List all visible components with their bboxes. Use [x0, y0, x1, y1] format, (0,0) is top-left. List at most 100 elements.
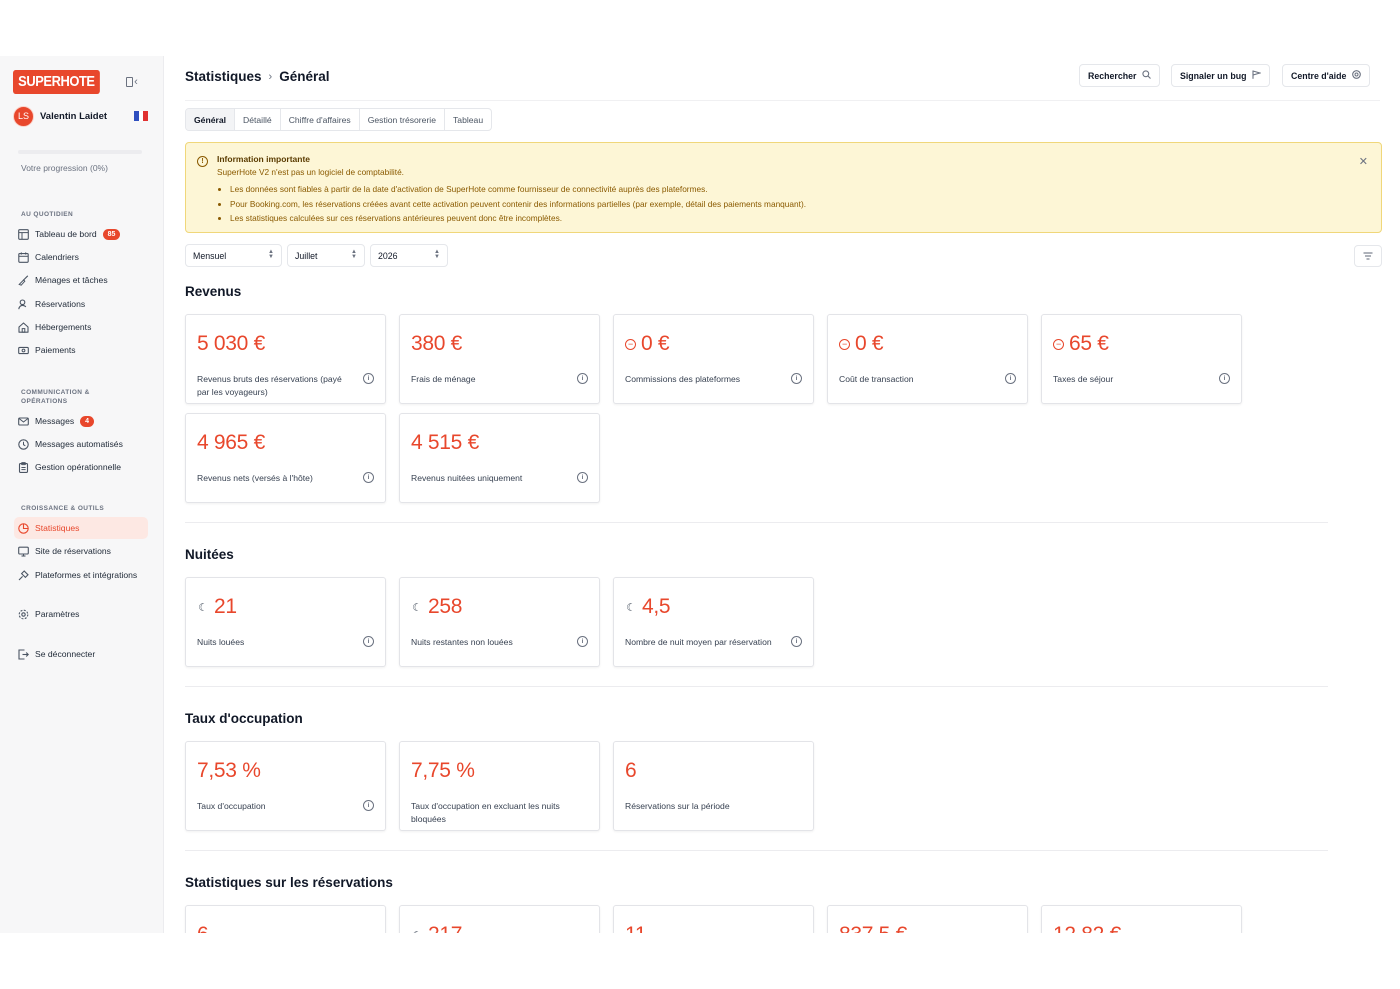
info-icon[interactable]: i — [363, 373, 374, 384]
stat-label: Commissions des plateformes — [625, 374, 741, 384]
user-menu[interactable]: LS Valentin Laidet — [13, 105, 151, 127]
sidebar-item-settings[interactable]: Paramètres — [14, 603, 148, 625]
stat-value: 217 — [428, 923, 462, 933]
section-communication-line2: OPÉRATIONS — [21, 398, 68, 405]
superhote-logo[interactable]: SUPERHOTE — [13, 70, 100, 94]
stat-card-reservation-5: 12,82 € — [1041, 905, 1242, 933]
stat-value: 0 € — [641, 332, 670, 355]
tab-gestion-tresorerie[interactable]: Gestion trésorerie — [360, 109, 445, 130]
lifebuoy-icon — [1352, 70, 1362, 81]
info-icon[interactable]: i — [1005, 373, 1016, 384]
stat-card-reservation-3: 11 — [613, 905, 814, 933]
sidebar-item-label: Se déconnecter — [35, 649, 96, 659]
stat-label: Taux d'occupation en excluant les nuits … — [411, 801, 560, 824]
info-icon[interactable]: i — [363, 636, 374, 647]
stat-value: 0 € — [855, 332, 884, 355]
chevron-left-icon: ‹ — [134, 76, 138, 88]
month-select[interactable]: Juillet ▲ ▼ — [287, 244, 365, 267]
info-icon[interactable]: i — [577, 373, 588, 384]
stat-value: 837,5 € — [839, 923, 907, 933]
stat-value: 258 — [428, 595, 463, 618]
collapse-sidebar-button[interactable]: ‹ — [124, 74, 140, 90]
info-icon[interactable]: i — [791, 636, 802, 647]
section-title-occupation: Taux d'occupation — [185, 711, 303, 726]
info-icon[interactable]: i — [577, 472, 588, 483]
search-button[interactable]: Rechercher — [1079, 64, 1161, 87]
stat-label: Nuits louées — [197, 637, 245, 647]
info-icon[interactable]: i — [577, 636, 588, 647]
stat-card-revenus-bruts: 5 030 € Revenus bruts des réservations (… — [185, 314, 386, 404]
stat-card-reservation-4: 837,5 € — [827, 905, 1028, 933]
sidebar-item-label: Tableau de bord — [35, 229, 97, 239]
stat-card-taxes-sejour: −65 € Taxes de séjour i — [1041, 314, 1242, 404]
sidebar-item-platforms[interactable]: Plateformes et intégrations — [14, 564, 148, 586]
french-flag-icon[interactable] — [134, 111, 149, 121]
breadcrumb: Statistiques › Général — [185, 69, 329, 84]
tab-tableau[interactable]: Tableau — [445, 109, 491, 130]
stat-card-nuit-moyen: ☾ 4,5 Nombre de nuit moyen par réservatio… — [613, 577, 814, 667]
section-daily: AU QUOTIDIEN — [21, 211, 74, 218]
sidebar-item-reservations[interactable]: Réservations — [14, 293, 148, 315]
gear-icon — [18, 609, 29, 620]
tab-chiffre-affaires[interactable]: Chiffre d'affaires — [281, 109, 360, 130]
monitor-icon — [18, 546, 29, 557]
report-bug-label: Signaler un bug — [1180, 70, 1247, 81]
stat-value-row: ☾ 258 — [411, 595, 462, 619]
cash-icon — [18, 345, 29, 356]
sidebar-item-calendars[interactable]: Calendriers — [14, 246, 148, 268]
alert-title: Information importante — [217, 154, 311, 164]
sidebar: SUPERHOTE ‹ LS Valentin Laidet Votre pro… — [0, 56, 164, 933]
sidebar-item-logout[interactable]: Se déconnecter — [14, 643, 148, 665]
alert-subtitle: SuperHote V2 n'est pas un logiciel de co… — [217, 167, 404, 177]
search-button-label: Rechercher — [1088, 70, 1137, 81]
stat-value: 6 — [197, 923, 209, 933]
sidebar-item-booking-site[interactable]: Site de réservations — [14, 540, 148, 562]
sidebar-item-messages[interactable]: Messages 4 — [14, 410, 148, 432]
info-icon[interactable]: i — [363, 800, 374, 811]
section-title-nuitees: Nuitées — [185, 547, 234, 562]
filter-button[interactable] — [1354, 245, 1382, 267]
tab-detaille[interactable]: Détaillé — [235, 109, 281, 130]
stat-card-taux-occupation: 7,53 % Taux d'occupation i — [185, 741, 386, 831]
year-select[interactable]: 2026 ▲ ▼ — [370, 244, 448, 267]
close-icon[interactable]: ✕ — [1359, 155, 1368, 168]
stat-value: 12,82 € — [1053, 923, 1121, 933]
logout-icon — [18, 648, 29, 660]
stat-value: 380 € — [411, 332, 463, 355]
stat-value: 5 030 € — [197, 332, 265, 355]
sidebar-item-accommodations[interactable]: Hébergements — [14, 316, 148, 338]
sidebar-item-payments[interactable]: Paiements — [14, 339, 148, 361]
chevron-updown-icon: ▲ ▼ — [268, 249, 274, 260]
sidebar-item-operations[interactable]: Gestion opérationnelle — [14, 456, 148, 478]
section-divider — [185, 522, 1328, 523]
moon-icon: ☾ — [626, 601, 636, 614]
moon-icon: ☾ — [411, 929, 423, 934]
stat-value-row: −65 € — [1053, 332, 1109, 356]
info-icon[interactable]: i — [1219, 373, 1230, 384]
tab-general[interactable]: Général — [186, 109, 236, 130]
sidebar-item-label: Plateformes et intégrations — [35, 570, 138, 580]
sidebar-item-dashboard[interactable]: Tableau de bord 85 — [14, 223, 148, 245]
sidebar-item-auto-messages[interactable]: Messages automatisés — [14, 433, 148, 455]
sidebar-item-label: Ménages et tâches — [35, 275, 108, 285]
breadcrumb-statistiques[interactable]: Statistiques — [185, 69, 262, 84]
stat-card-reservations-periode: 6 Réservations sur la période — [613, 741, 814, 831]
notification-badge: 85 — [102, 228, 121, 240]
period-select[interactable]: Mensuel ▲ ▼ — [185, 244, 282, 267]
info-icon[interactable]: i — [363, 472, 374, 483]
sidebar-item-statistics[interactable]: Statistiques — [14, 517, 148, 539]
moon-icon: ☾ — [412, 601, 422, 614]
moon-icon: ☾ — [198, 601, 208, 614]
sidebar-item-label: Site de réservations — [35, 546, 111, 556]
clock-icon — [18, 438, 29, 450]
report-bug-button[interactable]: Signaler un bug — [1171, 64, 1271, 87]
info-icon[interactable]: i — [791, 373, 802, 384]
sidebar-item-cleaning[interactable]: Ménages et tâches — [14, 269, 148, 291]
stat-label: Coût de transaction — [839, 374, 914, 384]
user-key-icon — [18, 298, 29, 310]
stat-card-reservation-1: 6 — [185, 905, 386, 933]
help-center-button[interactable]: Centre d'aide — [1282, 64, 1371, 87]
sidebar-item-label: Statistiques — [35, 523, 80, 533]
stat-value: 11 — [625, 923, 647, 933]
notification-badge: 4 — [80, 415, 95, 427]
